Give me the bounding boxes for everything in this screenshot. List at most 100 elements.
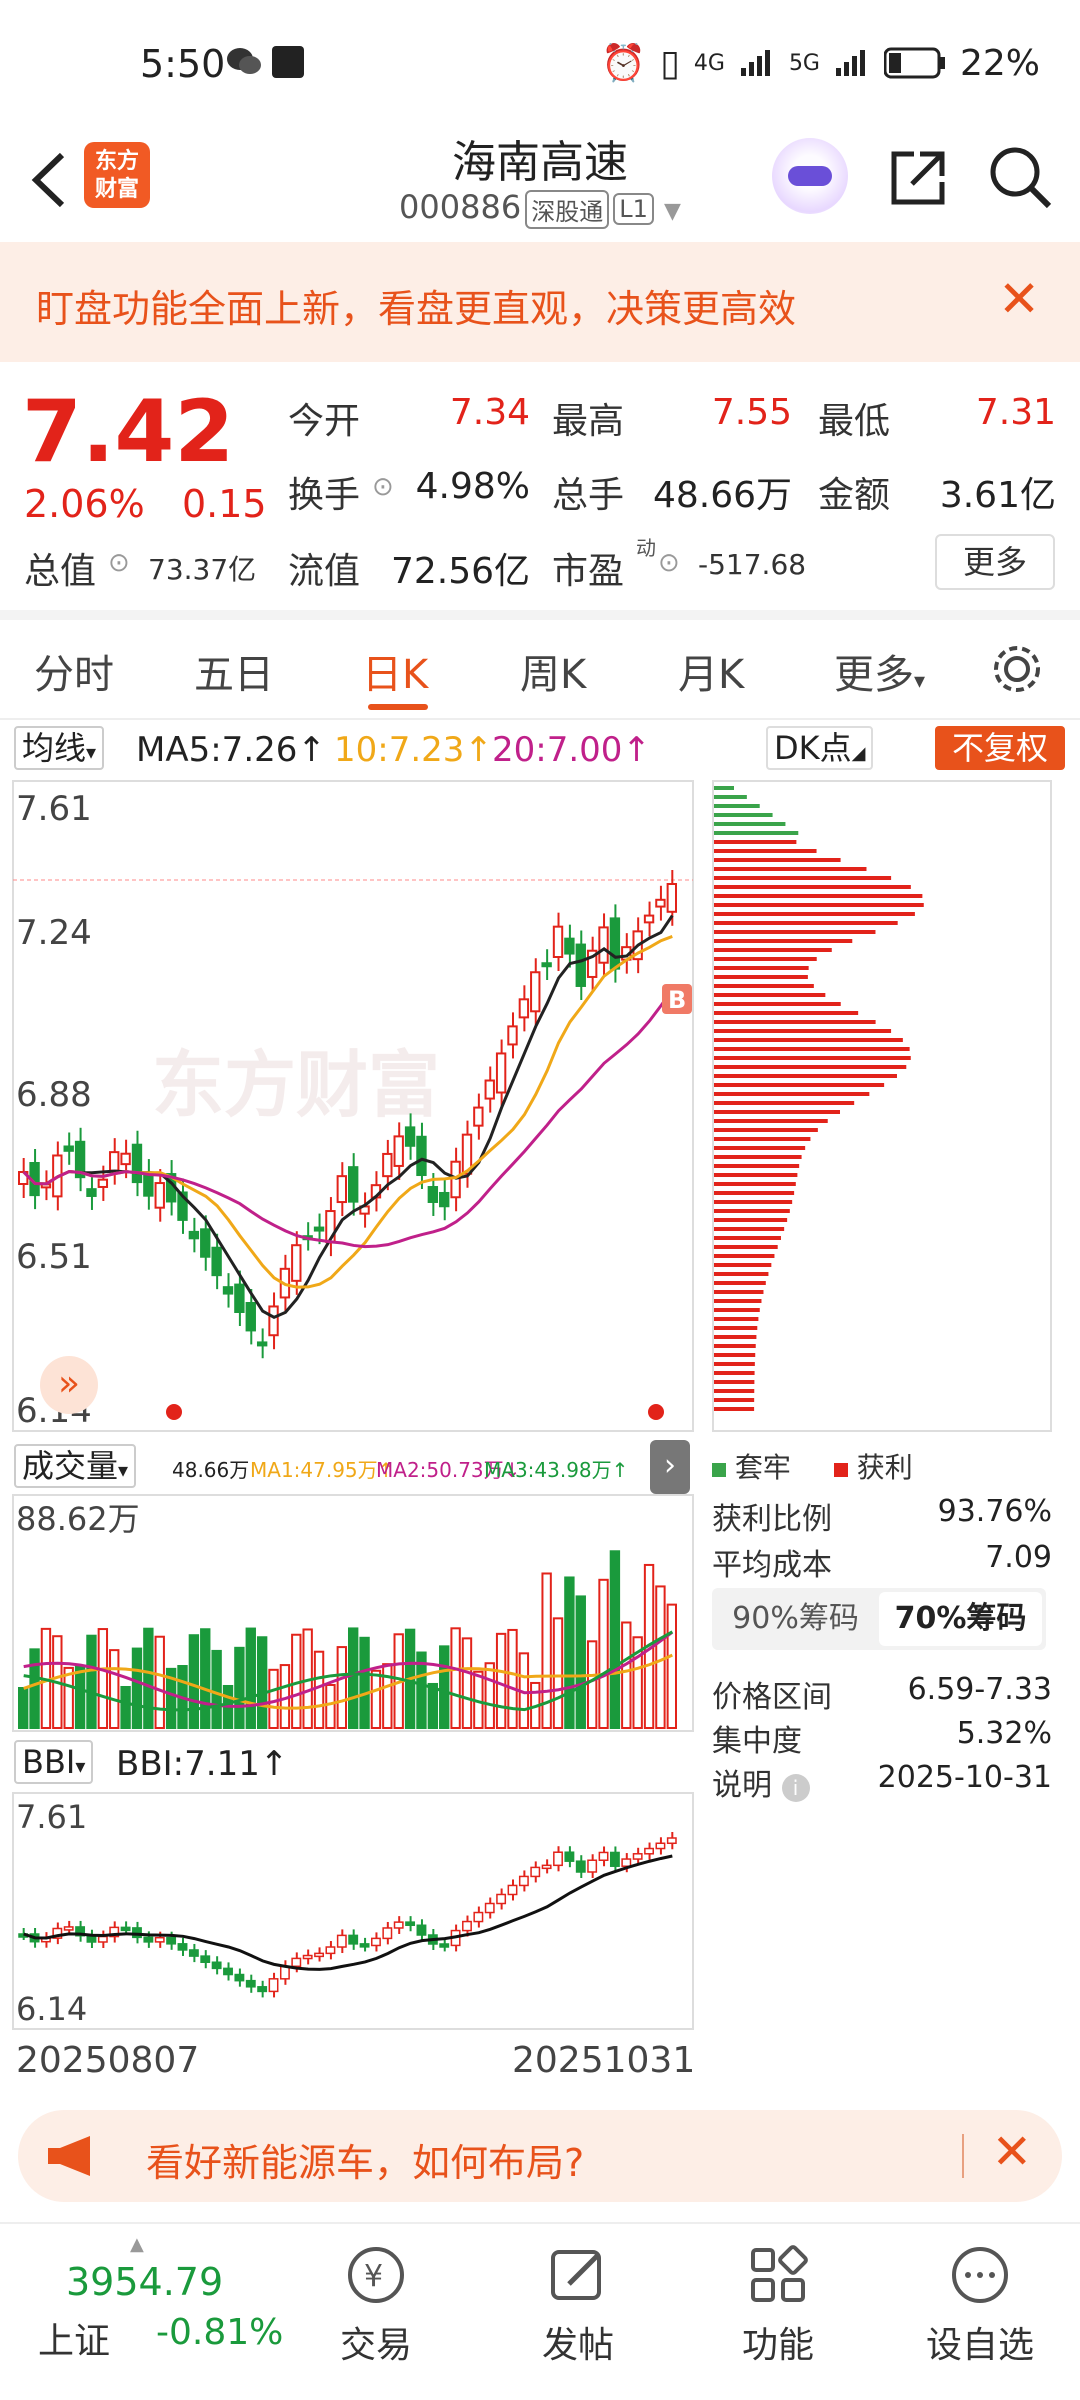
chip-bar [714, 1344, 756, 1348]
tab-more[interactable]: 更多▾ [834, 642, 925, 700]
tag-l1: L1 [613, 193, 654, 225]
battery-icon [883, 47, 945, 79]
chip-bar [714, 1056, 911, 1060]
bbi-candle-body [541, 1864, 552, 1870]
chip-bar [714, 1209, 790, 1213]
chip-distribution[interactable] [712, 780, 1052, 1432]
adjust-button[interactable]: 不复权 [935, 726, 1065, 770]
volume-select[interactable]: 成交量▾ [14, 1444, 137, 1488]
index-value[interactable]: 3954.79 [66, 2260, 223, 2304]
promo-banner[interactable]: 看好新能源车，如何布局? ✕ [18, 2110, 1062, 2202]
candle-body [609, 917, 621, 970]
chip-bar [714, 1191, 795, 1195]
tab-weekly-k[interactable]: 周K [520, 642, 586, 700]
nav-watchlist[interactable]: 设自选 [910, 2244, 1050, 2368]
gear-icon[interactable] [990, 642, 1044, 696]
bbi-axis-top: 7.61 [16, 1798, 87, 1836]
volume-bar [154, 1635, 165, 1729]
chip-bar [714, 1047, 910, 1051]
avg-cost-label: 平均成本 [712, 1548, 832, 1583]
volume-bar [74, 1665, 86, 1729]
candle-body [120, 1152, 131, 1166]
bbi-select[interactable]: BBI▾ [14, 1740, 94, 1784]
tab-intraday[interactable]: 分时 [34, 642, 114, 700]
ma-select-label: 均线 [22, 729, 87, 767]
chip-bar [714, 885, 911, 889]
chip-bar [714, 1254, 775, 1258]
kline-chart[interactable]: 东方财富 7.61 7.24 6.88 6.51 6.14 B » [12, 780, 694, 1432]
kline-svg: 东方财富 7.61 7.24 6.88 6.51 6.14 B [12, 780, 694, 1432]
nav-watchlist-label: 设自选 [925, 2325, 1034, 2366]
candle-body [427, 1186, 439, 1203]
share-icon[interactable] [884, 142, 954, 212]
megaphone-icon [46, 2134, 100, 2182]
chevron-right-icon[interactable]: › [650, 1440, 690, 1494]
chip-bar [714, 1389, 755, 1393]
close-icon[interactable]: ✕ [998, 270, 1040, 328]
candle-body [86, 1188, 97, 1197]
info-icon-2[interactable]: ⊙ [108, 548, 130, 578]
search-icon[interactable] [985, 142, 1055, 212]
caret-up-icon[interactable]: ▲ [130, 2234, 144, 2255]
more-circle-icon [952, 2247, 1008, 2303]
info-icon[interactable]: i [781, 1774, 810, 1802]
expand-icon[interactable]: » [40, 1356, 98, 1414]
bbi-candle-body [507, 1884, 518, 1896]
chip-90-button[interactable]: 90%筹码 [712, 1588, 879, 1650]
indicator-select[interactable]: 均线▾ [14, 726, 105, 770]
candle-body [575, 943, 586, 987]
assistant-robot-icon[interactable] [772, 138, 848, 214]
legend-profit: 获利 [856, 1451, 913, 1484]
ma5-value: MA5:7.26↑ [136, 730, 326, 770]
feature-banner[interactable]: 盯盘功能全面上新，看盘更直观，决策更高效 ✕ [0, 242, 1080, 362]
nav-trade-label: 交易 [339, 2325, 412, 2366]
change-amount: 0.15 [182, 482, 267, 526]
volume-bar [575, 1595, 586, 1729]
volume-chart[interactable]: 88.62万 [12, 1494, 694, 1732]
wechat-icon [226, 46, 262, 76]
candle-body [416, 1135, 427, 1177]
note-date: 2025-10-31 [877, 1760, 1052, 1795]
tab-daily-k[interactable]: 日K [362, 642, 428, 700]
bbi-axis-bottom: 6.14 [16, 1990, 87, 2028]
promo-text: 看好新能源车，如何布局? [146, 2141, 585, 2185]
nav-post[interactable]: 发帖 [508, 2244, 648, 2368]
volume-bar [97, 1628, 109, 1729]
bbi-chart[interactable]: 7.61 6.14 [12, 1792, 694, 2030]
volume-bar [325, 1683, 336, 1729]
candle-body [348, 1166, 359, 1203]
bbi-candle-body [621, 1858, 632, 1867]
close-icon[interactable]: ✕ [992, 2124, 1032, 2180]
candle-body [211, 1246, 222, 1277]
tab-five-day[interactable]: 五日 [194, 642, 274, 700]
caret-down-icon: ▾ [75, 1754, 86, 1778]
quote-panel: 7.42 2.06% 0.15 今开 7.34 最高 7.55 最低 7.31 … [0, 362, 1080, 612]
info-icon-3[interactable]: ⊙ [658, 548, 680, 578]
chip-bar [714, 1065, 907, 1069]
volume-bar [336, 1646, 348, 1729]
nav-function[interactable]: 功能 [708, 2244, 848, 2368]
dk-point-select[interactable]: DK点◢ [766, 726, 874, 770]
nav-post-label: 发帖 [541, 2325, 614, 2366]
mktcap-label: 总值 [24, 551, 97, 592]
volume-bar [586, 1640, 598, 1729]
tab-monthly-k[interactable]: 月K [678, 642, 744, 700]
candle-body [154, 1182, 165, 1209]
info-icon[interactable]: ⊙ [372, 472, 394, 502]
candle-body [291, 1244, 302, 1282]
chip-bar [714, 1029, 892, 1033]
nav-trade[interactable]: ¥ 交易 [306, 2244, 446, 2368]
more-button[interactable]: 更多 [935, 534, 1055, 590]
mktcap-value: 73.37亿 [148, 553, 257, 586]
volume-bar [655, 1585, 666, 1730]
chip-bar [714, 939, 853, 943]
chip-70-button[interactable]: 70%筹码 [879, 1592, 1042, 1646]
bbi-value: BBI:7.11↑ [116, 1744, 289, 1784]
chip-bar [714, 1002, 841, 1006]
volume-bar [313, 1650, 325, 1730]
watermark-text: 东方财富 [152, 1043, 440, 1127]
profit-swatch [833, 1463, 848, 1477]
chip-bar [714, 1164, 800, 1168]
float-value: 72.56亿 [390, 551, 530, 592]
chip-bar [714, 1371, 755, 1375]
